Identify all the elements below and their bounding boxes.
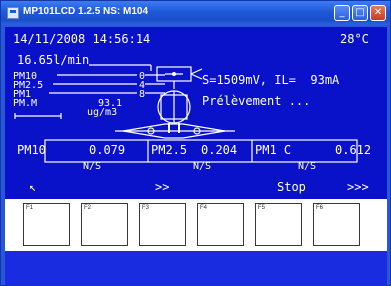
reading-pm1-sub: N/S — [298, 161, 317, 172]
f1-key-label: F1 — [26, 205, 34, 211]
reading-pm1-value: 0.612 — [335, 143, 372, 157]
f5-key-label: F5 — [258, 205, 266, 211]
f4-key[interactable]: F4 — [197, 203, 244, 246]
reading-pm10-value: 0.079 — [89, 143, 126, 157]
app-icon — [7, 7, 19, 19]
reading-pm1-label: PM1 C — [255, 143, 292, 157]
reading-pm25-sub: N/S — [193, 161, 212, 172]
window-title: MP101LCD 1.2.5 NS: M104 — [23, 6, 149, 17]
f2-key-label: F2 — [84, 205, 92, 211]
f6-key-label: F6 — [316, 205, 324, 211]
reading-pm10-label: PM10 — [17, 143, 46, 157]
softkey-stop[interactable]: Stop — [277, 180, 306, 194]
f4-key-label: F4 — [200, 205, 208, 211]
reading-pm25-value: 0.204 — [201, 143, 238, 157]
function-key-panel: F1 F2 F3 F4 F5 F6 — [5, 199, 387, 251]
app-window: MP101LCD 1.2.5 NS: M104 _ □ ✕ 14/11/2008… — [0, 0, 391, 286]
f3-key-label: F3 — [142, 205, 150, 211]
title-bar[interactable]: MP101LCD 1.2.5 NS: M104 _ □ ✕ — [1, 1, 390, 25]
softkey-next[interactable]: >> — [155, 180, 169, 194]
f1-key[interactable]: F1 — [23, 203, 70, 246]
f6-key[interactable]: F6 — [313, 203, 360, 246]
f5-key[interactable]: F5 — [255, 203, 302, 246]
softkey-fast-forward[interactable]: >>> — [347, 180, 369, 194]
f3-key[interactable]: F3 — [139, 203, 186, 246]
instrument-diagram — [14, 64, 358, 163]
lcd-display: 14/11/2008 14:56:14 28°C 16.65l/min PM10… — [5, 27, 387, 199]
close-button[interactable]: ✕ — [370, 5, 386, 21]
bottom-panel — [5, 251, 387, 285]
reading-pm10-sub: N/S — [83, 161, 102, 172]
f2-key[interactable]: F2 — [81, 203, 128, 246]
maximize-button[interactable]: □ — [352, 5, 368, 21]
minimize-button[interactable]: _ — [334, 5, 350, 21]
softkey-back[interactable]: ↖ — [29, 180, 36, 194]
reading-pm25-label: PM2.5 — [151, 143, 188, 157]
